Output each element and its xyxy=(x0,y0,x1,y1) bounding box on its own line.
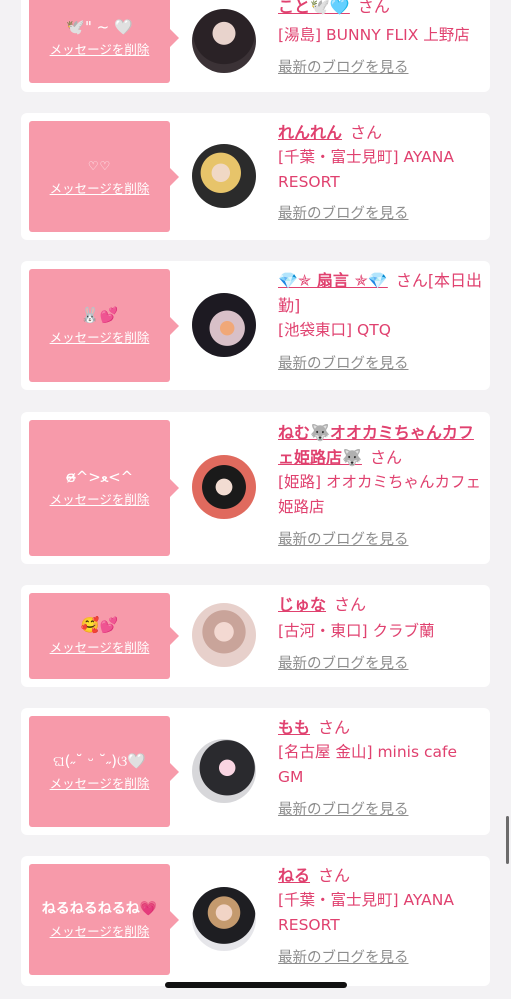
avatar[interactable] xyxy=(192,9,256,73)
message-card: 🕊️" ~ 🤍 メッセージを削除 こと🕊️🩵 さん [湯島] BUNNY FLIX… xyxy=(21,0,490,92)
message-text: 🕊️" ~ 🤍 xyxy=(66,17,133,36)
message-bubble: ଘ(˶˘ ᵕ ˘˶)ଓ🤍 メッセージを削除 xyxy=(29,716,170,827)
shop-text: [千葉・富士見町] AYANA RESORT xyxy=(278,891,454,934)
delete-message-link[interactable]: メッセージを削除 xyxy=(50,923,150,941)
message-text: 🥰💕 xyxy=(80,616,119,634)
message-bubble: 🐰💕 メッセージを削除 xyxy=(29,269,170,382)
avatar[interactable] xyxy=(192,293,256,357)
message-text: ଘ(˶˘ ᵕ ˘˶)ଓ🤍 xyxy=(52,751,147,770)
name-suffix: さん xyxy=(318,866,351,885)
avatar[interactable] xyxy=(192,144,256,208)
delete-message-link[interactable]: メッセージを削除 xyxy=(50,491,150,509)
cast-name-link[interactable]: 💎✯ 扇言 ✯💎 xyxy=(278,271,388,290)
cast-name-link[interactable]: もも xyxy=(278,718,310,737)
message-card: ♡♡ メッセージを削除 れんれん さん [千葉・富士見町] AYANA RESOR… xyxy=(21,113,490,240)
shop-text: [湯島] BUNNY FLIX 上野店 xyxy=(278,26,470,44)
cast-name-link[interactable]: こと🕊️🩵 xyxy=(278,0,350,16)
shop-text: [名古屋 金山] minis cafe GM xyxy=(278,743,457,786)
delete-message-link[interactable]: メッセージを削除 xyxy=(50,639,150,657)
name-suffix: さん xyxy=(334,595,367,614)
delete-message-link[interactable]: メッセージを削除 xyxy=(50,329,150,347)
cast-name-link[interactable]: ねる xyxy=(278,866,310,885)
latest-blog-link[interactable]: 最新のブログを見る xyxy=(278,353,486,375)
shop-text: [千葉・富士見町] AYANA RESORT xyxy=(278,148,454,191)
message-bubble: ɞ̴̶̷^>ﻌ<^ メッセージを削除 xyxy=(29,420,170,556)
avatar[interactable] xyxy=(192,455,256,519)
scrollbar[interactable] xyxy=(506,816,509,864)
latest-blog-link[interactable]: 最新のブログを見る xyxy=(278,203,486,225)
shop-text: [姫路] オオカミちゃんカフェ姫路店 xyxy=(278,473,482,516)
latest-blog-link[interactable]: 最新のブログを見る xyxy=(278,799,486,821)
latest-blog-link[interactable]: 最新のブログを見る xyxy=(278,947,486,969)
name-suffix: さん xyxy=(369,448,402,467)
message-text: ねるねるねるね💗 xyxy=(41,900,158,917)
latest-blog-link[interactable]: 最新のブログを見る xyxy=(278,653,486,675)
name-suffix: さん xyxy=(350,123,383,142)
avatar[interactable] xyxy=(192,739,256,803)
latest-blog-link[interactable]: 最新のブログを見る xyxy=(278,57,486,79)
home-indicator[interactable] xyxy=(165,982,347,988)
name-suffix: さん xyxy=(318,718,351,737)
delete-message-link[interactable]: メッセージを削除 xyxy=(50,41,150,59)
message-text: 🐰💕 xyxy=(80,305,119,324)
message-text: ♡♡ xyxy=(87,158,112,173)
avatar[interactable] xyxy=(192,603,256,667)
cast-name-link[interactable]: れんれん xyxy=(278,123,342,142)
message-card: 🐰💕 メッセージを削除 💎✯ 扇言 ✯💎 さん[本日出勤] [池袋東口] QTQ … xyxy=(21,261,490,390)
message-card: ଘ(˶˘ ᵕ ˘˶)ଓ🤍 メッセージを削除 もも さん [名古屋 金山] mini… xyxy=(21,708,490,835)
message-bubble: ねるねるねるね💗 メッセージを削除 xyxy=(29,864,170,975)
message-text: ɞ̴̶̷^>ﻌ<^ xyxy=(65,468,134,486)
message-card: ねるねるねるね💗 メッセージを削除 ねる さん [千葉・富士見町] AYANA R… xyxy=(21,856,490,986)
shop-text: [池袋東口] QTQ xyxy=(278,321,391,339)
latest-blog-link[interactable]: 最新のブログを見る xyxy=(278,529,486,551)
delete-message-link[interactable]: メッセージを削除 xyxy=(50,180,150,198)
name-suffix: さん xyxy=(357,0,390,16)
delete-message-link[interactable]: メッセージを削除 xyxy=(50,775,150,793)
cast-name-link[interactable]: じゅな xyxy=(278,595,326,614)
message-card: ɞ̴̶̷^>ﻌ<^ メッセージを削除 ねむ🐺オオカミちゃんカフェ姫路店🐺 さん [… xyxy=(21,412,490,564)
message-bubble: 🥰💕 メッセージを削除 xyxy=(29,593,170,679)
shop-text: [古河・東口] クラブ蘭 xyxy=(278,622,435,640)
message-bubble: ♡♡ メッセージを削除 xyxy=(29,121,170,232)
message-card: 🥰💕 メッセージを削除 じゅな さん [古河・東口] クラブ蘭 最新のブログを見る xyxy=(21,585,490,687)
message-bubble: 🕊️" ~ 🤍 メッセージを削除 xyxy=(29,0,170,83)
avatar[interactable] xyxy=(192,887,256,951)
